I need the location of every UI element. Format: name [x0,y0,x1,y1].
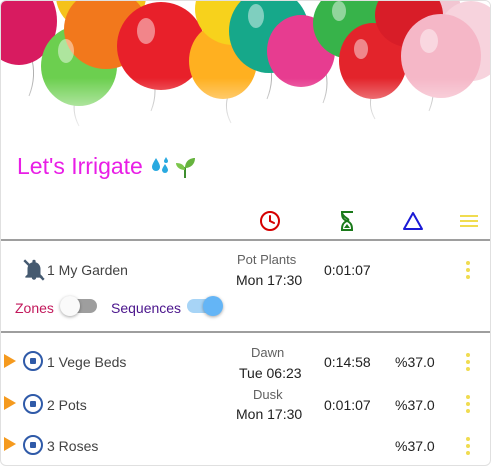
zones-label: Zones [15,300,54,316]
zones-divider [1,331,490,333]
sequences-label: Sequences [111,300,182,316]
zones-toggle-thumb[interactable] [60,296,80,316]
zone-name[interactable]: 3 Roses [47,438,98,454]
zone-name[interactable]: 2 Pots [47,397,87,413]
triangle-icon [401,209,425,233]
clock-icon [258,209,282,233]
controller-name[interactable]: 1 My Garden [47,262,128,278]
controller-more-icon[interactable] [465,261,471,279]
stop-icon[interactable] [23,394,43,414]
controller-duration: 0:01:07 [324,262,371,278]
zone-adjustment: %37.0 [395,397,435,413]
menu-icon[interactable] [457,209,481,233]
hourglass-icon [335,209,359,233]
header-divider [1,239,490,241]
stop-icon[interactable] [23,435,43,455]
play-icon[interactable] [4,396,16,410]
zone-name[interactable]: 1 Vege Beds [47,354,126,370]
zone-more-icon[interactable] [465,437,471,455]
zone-duration: 0:01:07 [324,397,371,413]
app-title: Let's Irrigate [17,153,196,180]
play-icon[interactable] [4,354,16,368]
zone-adjustment: %37.0 [395,354,435,370]
irrigation-card: Let's Irrigate 1 My Garden Pot Plants Mo… [0,0,491,466]
zone-more-icon[interactable] [465,395,471,413]
zone-program: Dawn [251,345,285,360]
zone-program: Dusk [253,387,283,402]
controller-next-run: Mon 17:30 [236,272,303,288]
stop-icon[interactable] [23,351,43,371]
controller-program: Pot Plants [237,252,297,267]
water-sprout-icon [149,155,196,179]
zone-more-icon[interactable] [465,353,471,371]
zone-next-run: Tue 06:23 [239,365,302,381]
zone-duration: 0:14:58 [324,354,371,370]
zone-adjustment: %37.0 [395,438,435,454]
play-icon[interactable] [4,437,16,451]
sequences-toggle-thumb[interactable] [203,296,223,316]
balloon-banner-image [1,1,490,141]
mute-bell-icon[interactable] [21,257,47,283]
app-title-text: Let's Irrigate [17,153,143,179]
zone-next-run: Mon 17:30 [236,406,303,422]
